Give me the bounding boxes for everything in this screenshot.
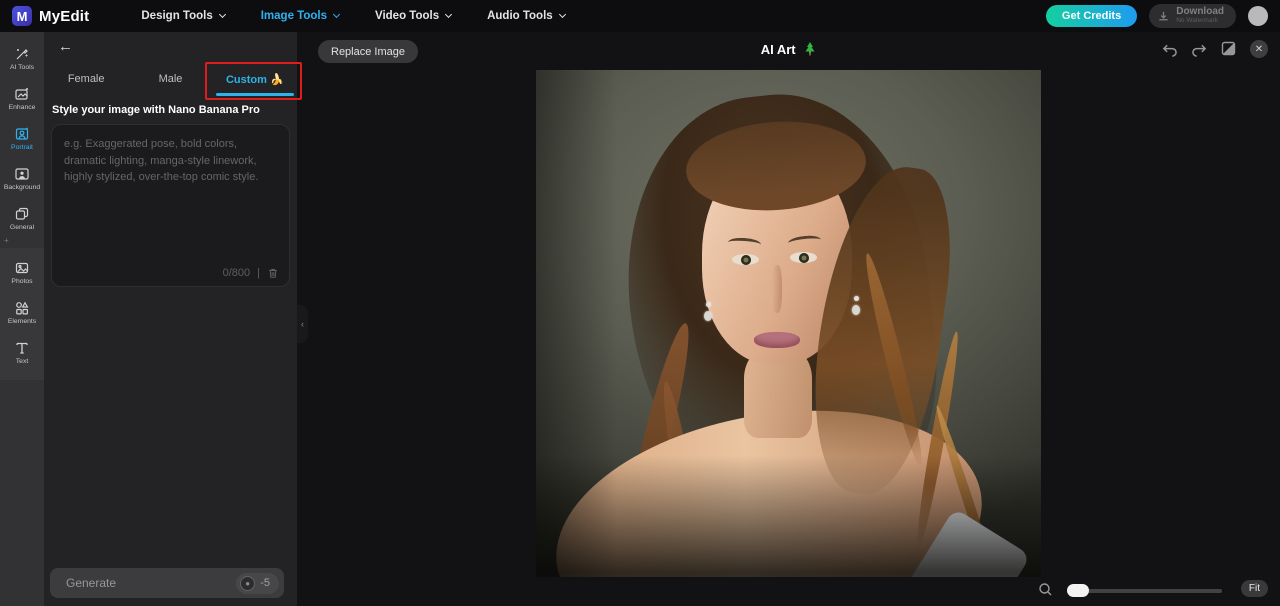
- chevron-down-icon: [445, 11, 452, 18]
- zoom-controls: Fit: [297, 580, 1280, 602]
- sidebar-item-label: Photos: [11, 278, 32, 285]
- christmas-tree-icon: [804, 42, 816, 59]
- back-button[interactable]: ←: [58, 39, 73, 54]
- trash-icon[interactable]: [267, 267, 279, 279]
- zoom-slider-thumb[interactable]: [1067, 584, 1089, 597]
- chevron-down-icon: [219, 11, 226, 18]
- top-bar: M MyEdit Design Tools Image Tools Video …: [0, 0, 1280, 32]
- sidebar-item-background[interactable]: Background: [0, 158, 44, 198]
- active-tab-underline: [216, 93, 294, 96]
- nav-design-tools[interactable]: Design Tools: [141, 10, 224, 22]
- get-credits-button[interactable]: Get Credits: [1046, 5, 1137, 27]
- tab-custom-label: Custom: [226, 74, 267, 86]
- user-avatar[interactable]: [1248, 6, 1268, 26]
- prompt-box: 0/800 |: [51, 124, 290, 287]
- download-label: Download: [1176, 7, 1224, 17]
- media-sidebar-group: Photos Elements Text: [0, 248, 44, 380]
- topbar-actions: Get Credits Download No Watermark: [1046, 4, 1268, 28]
- general-icon: [14, 206, 30, 222]
- credit-cost: -5: [260, 577, 270, 589]
- canvas-title-label: AI Art: [761, 42, 796, 57]
- tab-male-label: Male: [159, 73, 183, 85]
- sidebar-item-ai-tools[interactable]: AI Tools: [0, 38, 44, 78]
- compare-before-after-icon[interactable]: [1221, 41, 1237, 57]
- nav-video-tools[interactable]: Video Tools: [375, 10, 451, 22]
- tab-female[interactable]: Female: [44, 66, 128, 96]
- chevron-down-icon: [559, 11, 566, 18]
- char-counter: 0/800: [223, 267, 251, 279]
- generate-label: Generate: [66, 576, 116, 590]
- chevron-down-icon: [333, 11, 340, 18]
- banana-icon: 🍌: [270, 74, 284, 86]
- nav-audio-tools[interactable]: Audio Tools: [487, 10, 565, 22]
- sidebar-item-label: Enhance: [9, 104, 36, 111]
- tab-custom[interactable]: Custom 🍌: [213, 66, 297, 96]
- sidebar-divider: +: [0, 238, 44, 248]
- main-nav: Design Tools Image Tools Video Tools Aud…: [141, 10, 564, 22]
- nav-image-tools-label: Image Tools: [261, 10, 327, 22]
- tool-sidebar: AI Tools Enhance Portrait Background: [0, 32, 44, 606]
- credit-cost-pill: ● -5: [236, 573, 279, 594]
- ai-art-portrait-image: [536, 70, 1041, 577]
- credit-coin-icon: ●: [240, 576, 255, 591]
- replace-image-button[interactable]: Replace Image: [318, 40, 418, 63]
- sidebar-item-general[interactable]: General: [0, 198, 44, 238]
- panel-heading: Style your image with Nano Banana Pro: [44, 96, 297, 122]
- tab-female-label: Female: [68, 73, 105, 85]
- sidebar-item-label: Portrait: [11, 144, 33, 151]
- style-prompt-input[interactable]: [52, 125, 289, 253]
- close-icon[interactable]: ✕: [1250, 40, 1268, 58]
- counter-divider: |: [257, 267, 260, 279]
- photos-icon: [14, 260, 30, 276]
- plus-marker: +: [4, 236, 9, 245]
- redo-icon[interactable]: [1191, 42, 1208, 57]
- myedit-logo-text: MyEdit: [39, 8, 89, 25]
- text-icon: [14, 340, 30, 356]
- sidebar-item-label: AI Tools: [10, 64, 34, 71]
- portrait-style-panel: ← Female Male Custom 🍌 Style your image …: [44, 32, 297, 606]
- undo-icon[interactable]: [1161, 42, 1178, 57]
- myedit-logo[interactable]: M MyEdit: [12, 6, 89, 26]
- magnifier-icon: [1038, 582, 1053, 597]
- download-sublabel: No Watermark: [1176, 18, 1224, 25]
- elements-icon: [14, 300, 30, 316]
- nav-design-tools-label: Design Tools: [141, 10, 212, 22]
- tab-male[interactable]: Male: [128, 66, 212, 96]
- zoom-slider[interactable]: [1067, 589, 1222, 593]
- sidebar-item-label: Elements: [8, 318, 36, 325]
- panel-collapse-button[interactable]: ‹: [297, 305, 308, 343]
- sidebar-item-elements[interactable]: Elements: [0, 292, 44, 332]
- portrait-icon: [14, 126, 30, 142]
- enhance-icon: [14, 86, 30, 102]
- sidebar-item-label: Background: [4, 184, 40, 191]
- nav-video-tools-label: Video Tools: [375, 10, 439, 22]
- style-tabs: Female Male Custom 🍌: [44, 66, 297, 96]
- generate-button[interactable]: Generate ● -5: [50, 568, 284, 598]
- download-button[interactable]: Download No Watermark: [1149, 4, 1236, 28]
- magic-wand-icon: [14, 46, 30, 62]
- main-area: AI Tools Enhance Portrait Background: [0, 32, 1280, 606]
- canvas-title: AI Art: [297, 42, 1280, 59]
- canvas-toolbar: ✕: [1161, 40, 1268, 58]
- nav-image-tools[interactable]: Image Tools: [261, 10, 339, 22]
- sidebar-item-photos[interactable]: Photos: [0, 252, 44, 292]
- sidebar-item-text[interactable]: Text: [0, 332, 44, 372]
- sidebar-item-label: Text: [16, 358, 28, 365]
- myedit-logo-icon: M: [12, 6, 32, 26]
- nav-audio-tools-label: Audio Tools: [487, 10, 553, 22]
- download-icon: [1157, 10, 1170, 23]
- sidebar-item-enhance[interactable]: Enhance: [0, 78, 44, 118]
- editor-canvas: Replace Image AI Art: [297, 32, 1280, 606]
- sidebar-item-portrait[interactable]: Portrait: [0, 118, 44, 158]
- sidebar-item-label: General: [10, 224, 34, 231]
- background-icon: [14, 166, 30, 182]
- myedit-app: M MyEdit Design Tools Image Tools Video …: [0, 0, 1280, 606]
- fit-button[interactable]: Fit: [1241, 580, 1268, 597]
